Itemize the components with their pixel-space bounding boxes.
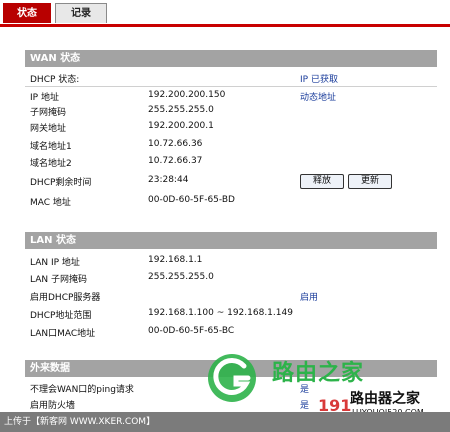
renew-button[interactable]: 更新 <box>348 174 392 189</box>
lan-value: 255.255.255.0 <box>148 272 214 282</box>
lan-mac-value: 00-0D-60-5F-65-BC <box>148 326 235 336</box>
wan-label: 域名地址2 <box>30 159 72 169</box>
lan-label: 启用DHCP服务器 <box>30 293 101 303</box>
lan-label: DHCP地址范围 <box>30 311 92 321</box>
wan-ip-value: 192.200.200.150 <box>148 90 226 100</box>
dhcp-server-status: 启用 <box>300 293 319 303</box>
lan-label: LAN口MAC地址 <box>30 329 96 339</box>
watermark-cn2: 路由器之家 <box>350 391 420 407</box>
tab-log[interactable]: 记录 <box>55 3 107 23</box>
wan-label: IP 地址 <box>30 93 59 103</box>
wan-label: 网关地址 <box>30 124 67 134</box>
lan-label: LAN IP 地址 <box>30 258 80 268</box>
lan-ip-value: 192.168.1.1 <box>148 255 203 265</box>
router-logo-icon <box>208 354 256 402</box>
external-status: 是 <box>300 401 310 411</box>
wan-value: 10.72.66.37 <box>148 156 203 166</box>
wan-label: MAC 地址 <box>30 198 71 208</box>
upload-footer: 上传于【新客网 WWW.XKER.COM】 <box>0 412 450 432</box>
tab-status[interactable]: 状态 <box>3 3 51 23</box>
dhcp-lease-time-value: 23:28:44 <box>148 175 189 185</box>
dhcp-range-value: 192.168.1.100 ~ 192.168.1.149 <box>148 308 293 318</box>
release-button[interactable]: 释放 <box>300 174 344 189</box>
wan-status-header: WAN 状态 <box>25 50 437 67</box>
wan-label: DHCP剩余时间 <box>30 178 92 188</box>
external-label: 启用防火墙 <box>30 401 76 411</box>
divider <box>25 86 437 87</box>
wan-value: 10.72.66.36 <box>148 139 203 149</box>
lan-label: LAN 子网掩码 <box>30 275 87 285</box>
wan-label: DHCP 状态: <box>30 75 80 85</box>
wan-value: 255.255.255.0 <box>148 105 214 115</box>
external-label: 不理会WAN口的ping请求 <box>30 385 134 395</box>
tab-bar: 状态 记录 <box>0 0 450 27</box>
lan-status-header: LAN 状态 <box>25 232 437 249</box>
wan-mac-value: 00-0D-60-5F-65-BD <box>148 195 235 205</box>
wan-label: 域名地址1 <box>30 142 72 152</box>
wan-status-value: IP 已获取 <box>300 75 338 85</box>
wan-value: 192.200.200.1 <box>148 121 214 131</box>
wan-label: 子网掩码 <box>30 108 67 118</box>
watermark-cn: 路由之家 <box>272 361 365 386</box>
wan-status-value: 动态地址 <box>300 93 337 103</box>
